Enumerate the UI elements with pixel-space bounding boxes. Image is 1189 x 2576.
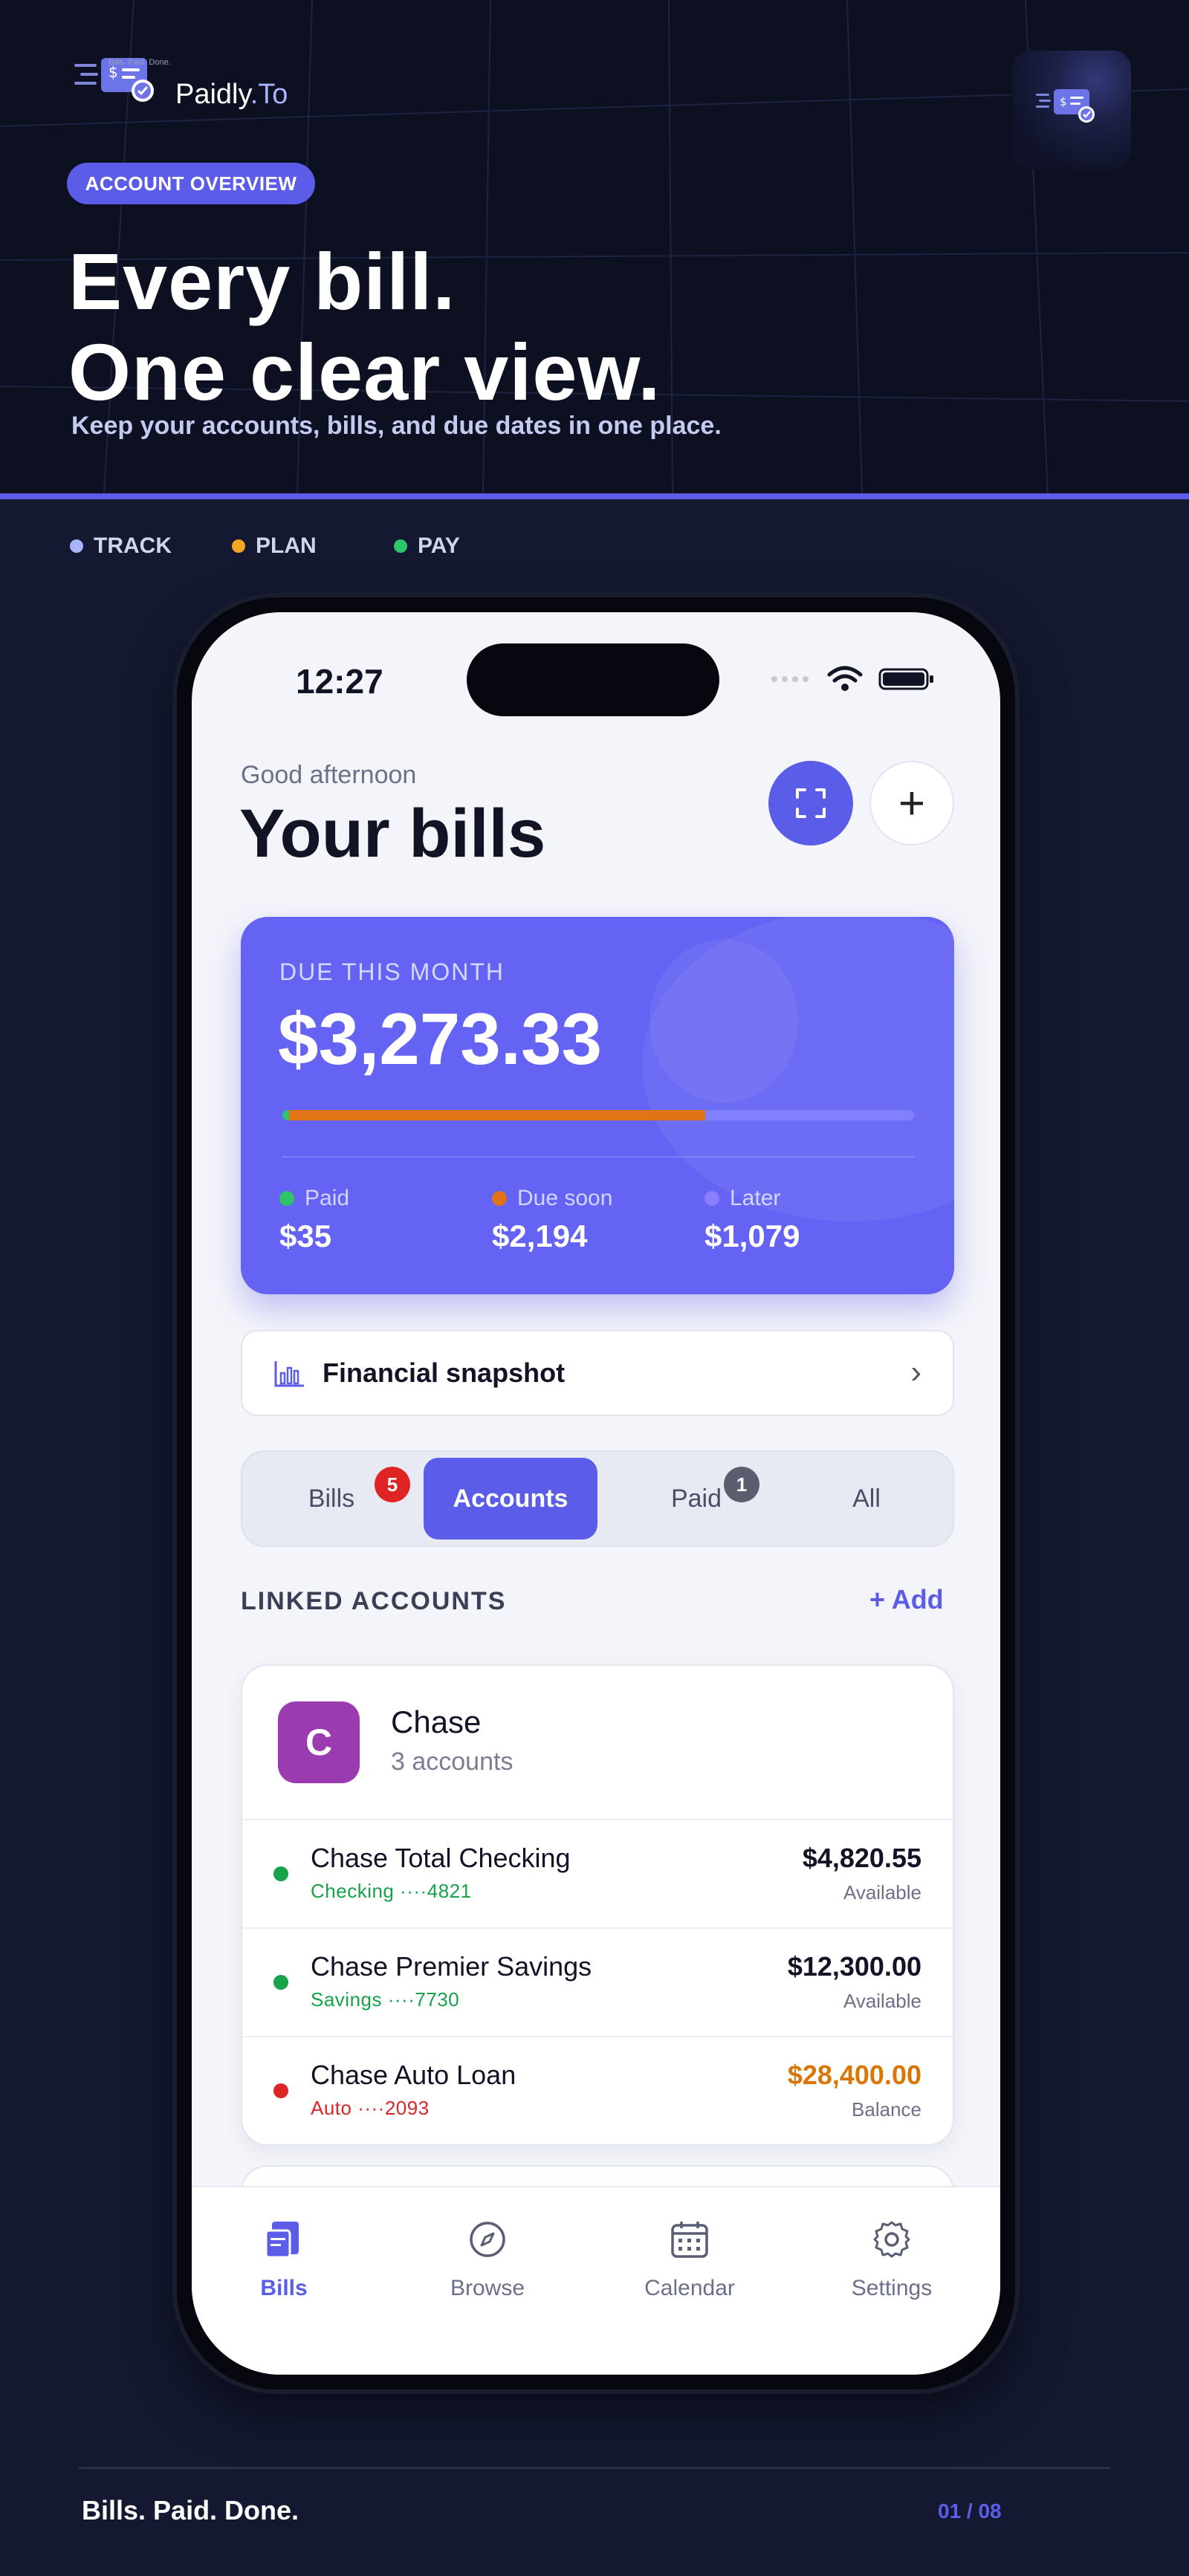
segment-paid: Paid $35 [279,1186,350,1253]
hero-divider [0,493,1189,499]
tag-dot [232,539,245,553]
account-row[interactable]: Chase Premier Savings Savings ····7730 $… [242,1927,953,2036]
brand-name: Paidly.To [175,79,288,110]
segmented-tabs: Bills 5 Accounts Paid 1 All [241,1450,954,1547]
account-name: Chase Premier Savings [311,1951,592,1982]
status-dot [273,1866,288,1881]
nav-bills[interactable]: Bills [210,2219,358,2301]
account-name: Chase Auto Loan [311,2060,516,2090]
status-dot [492,1191,507,1206]
divider [282,1156,914,1158]
account-amount: $28,400.00 [787,2060,921,2090]
account-type-number: Checking ····4821 [311,1880,472,1902]
tag-dot [394,539,407,553]
tag-track: TRACK [70,533,172,559]
account-row[interactable]: Chase Auto Loan Auto ····2093 $28,400.00… [242,2036,953,2144]
status-dot [273,2083,288,2098]
progress-due-soon [289,1110,706,1120]
status-icons [770,664,935,694]
due-this-month-card: DUE THIS MONTH $3,273.33 Paid $35 Due so… [241,917,954,1294]
phone-screen: 12:27 Good afternoon Your bills + DUE TH… [192,612,1000,2375]
progress-paid [282,1110,290,1120]
bank-avatar: C [278,1701,360,1783]
due-progress-bar [282,1110,914,1120]
nav-calendar[interactable]: Calendar [615,2219,764,2301]
dynamic-island [467,643,719,716]
decorative-blob [649,939,798,1103]
account-amount: $4,820.55 [802,1843,921,1873]
scan-icon [796,788,826,818]
headline-line-1: Every bill. [68,236,456,326]
snapshot-label: Financial snapshot [323,1357,566,1388]
segment-value: $2,194 [492,1219,588,1253]
account-amount-kind: Available [843,1990,921,2012]
segment-value: $35 [279,1219,332,1253]
signal-icon [771,676,809,682]
account-row[interactable]: Chase Total Checking Checking ····4821 $… [242,1819,953,1927]
account-name: Chase Total Checking [311,1843,571,1873]
nav-label: Browse [450,2276,525,2300]
battery-icon [878,668,933,690]
bank-name: Chase [391,1704,482,1739]
brand-tagline: Bills. Paid. Done. [108,58,171,67]
tag-plan: PLAN [232,533,317,559]
tag-dot [70,539,83,553]
account-type-number: Savings ····7730 [311,1988,460,2011]
linked-accounts-heading: LINKED ACCOUNTS [241,1587,507,1615]
financial-snapshot-row[interactable]: Financial snapshot › [241,1330,954,1416]
status-time: 12:27 [296,662,383,701]
tab-all[interactable]: All [785,1458,948,1540]
bank-account-card: C Chase 3 accounts Chase Total Checking … [241,1664,954,2146]
add-bill-button[interactable]: + [869,761,954,846]
nav-label: Calendar [644,2276,735,2300]
subheadline: Keep your accounts, bills, and due dates… [71,412,722,440]
account-amount-kind: Available [843,1881,921,1904]
chevron-right-icon: › [910,1354,921,1390]
status-dot [273,1975,288,1990]
account-type-number: Auto ····2093 [311,2097,430,2119]
nav-browse[interactable]: Browse [413,2219,562,2301]
headline: Every bill. One clear view. [68,236,661,418]
greeting: Good afternoon [241,761,417,789]
due-label: DUE THIS MONTH [279,958,505,985]
scan-button[interactable] [768,761,853,846]
app-icon: $ [1012,51,1131,169]
due-amount: $3,273.33 [278,998,602,1080]
wifi-icon [827,666,863,691]
gear-icon [873,2221,910,2258]
paid-count-badge: 1 [724,1467,759,1502]
svg-text:$: $ [1060,95,1067,108]
footer-tagline: Bills. Paid. Done. [82,2495,299,2525]
phone-frame: 12:27 Good afternoon Your bills + DUE TH… [172,593,1020,2394]
bills-icon [265,2222,299,2259]
bills-count-badge: 5 [375,1467,410,1502]
segment-due-soon: Due soon $2,194 [492,1186,613,1253]
status-dot [704,1191,719,1206]
calendar-icon [671,2222,708,2258]
nav-settings[interactable]: Settings [817,2219,966,2301]
segment-value: $1,079 [704,1219,800,1253]
brand-logo: $ Paidly.To [74,53,288,111]
hero-section: $ Paidly.To Bills. Paid. Done. $ ACCOUNT… [0,0,1189,499]
page-title: Your bills [239,796,546,872]
nav-label: Settings [851,2276,933,2300]
bottom-tab-bar: Bills Browse Calendar Settings [192,2186,1000,2375]
section-pill: ACCOUNT OVERVIEW [67,163,315,204]
bank-account-count: 3 accounts [391,1748,513,1776]
tag-pay: PAY [394,533,460,559]
footer-divider [79,2467,1110,2469]
nav-label: Bills [260,2276,308,2300]
tab-accounts[interactable]: Accounts [424,1458,597,1540]
account-amount-kind: Balance [852,2098,921,2121]
compass-icon [470,2222,505,2257]
bill-check-icon: $ [1036,89,1095,123]
page-indicator: 01 / 08 [938,2499,1002,2523]
account-amount: $12,300.00 [787,1951,921,1982]
add-account-button[interactable]: + Add [869,1584,944,1615]
headline-line-2: One clear view. [68,327,661,417]
bar-chart-icon [274,1361,304,1387]
segment-later: Later $1,079 [704,1186,800,1253]
status-dot [279,1191,294,1206]
